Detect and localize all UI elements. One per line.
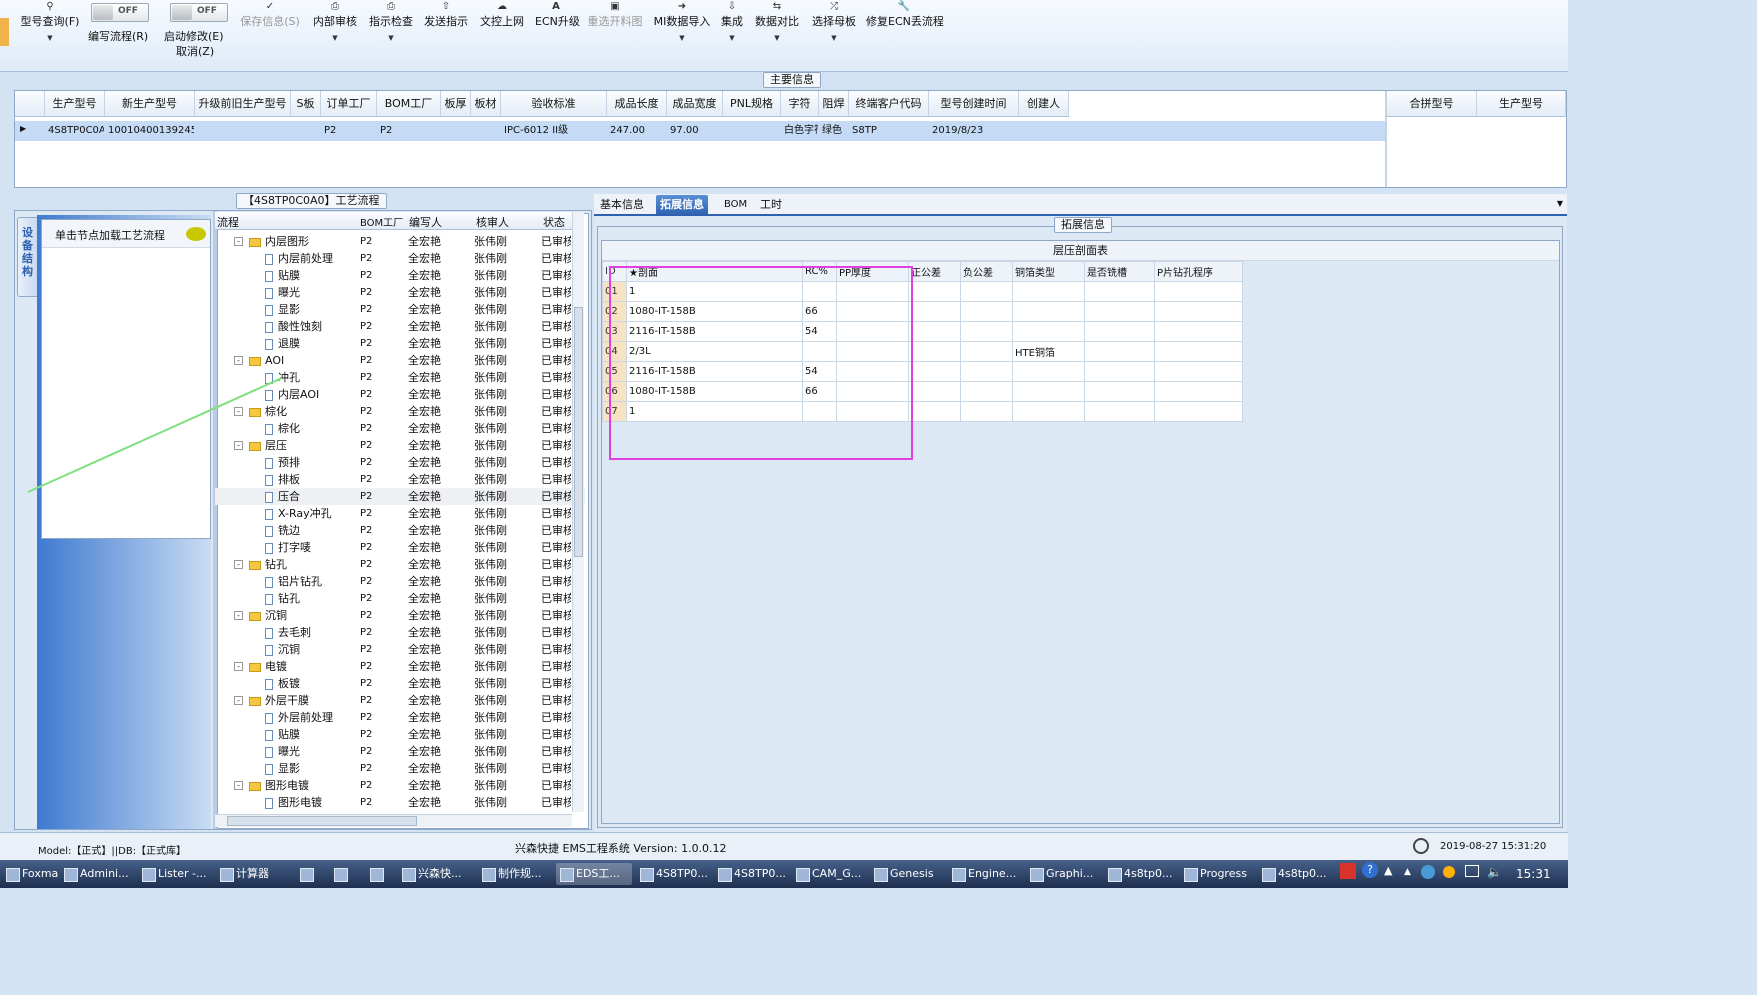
volume-icon[interactable]: 🔈 bbox=[1487, 865, 1502, 879]
status-datetime: 2019-08-27 15:31:20 bbox=[1440, 841, 1547, 852]
taskbar-item[interactable] bbox=[296, 863, 322, 885]
tray-expand-icon[interactable]: ▲ bbox=[1404, 867, 1411, 877]
taskbar-item[interactable]: 4S8TP0... bbox=[714, 863, 790, 885]
taskbar-item[interactable]: 4s8tp0... bbox=[1104, 863, 1180, 885]
status-bar: Model:【正式】||DB:【正式库】 兴森快捷 EMS工程系统 Versio… bbox=[0, 832, 1568, 860]
arrow-line bbox=[27, 377, 283, 493]
tray-arrow-icon[interactable]: ▲ bbox=[1384, 864, 1392, 877]
taskbar: FoxmailAdmini...Lister -...计算器 兴森快...制作规.… bbox=[0, 860, 1568, 888]
taskbar-item[interactable]: EDS工... bbox=[556, 863, 632, 885]
taskbar-item[interactable]: 计算器 bbox=[216, 863, 292, 885]
taskbar-item[interactable]: Graphi... bbox=[1026, 863, 1102, 885]
taskbar-item[interactable]: Progress bbox=[1180, 863, 1256, 885]
taskbar-item[interactable]: Admini... bbox=[60, 863, 136, 885]
help-icon[interactable]: ? bbox=[1362, 862, 1378, 878]
clock-icon bbox=[1413, 838, 1429, 854]
taskbar-item[interactable]: 4S8TP0... bbox=[636, 863, 712, 885]
shield-icon[interactable] bbox=[1443, 866, 1455, 878]
taskbar-item[interactable]: 兴森快... bbox=[398, 863, 474, 885]
taskbar-clock[interactable]: 15:31 bbox=[1516, 867, 1551, 881]
taskbar-item[interactable]: Lister -... bbox=[138, 863, 214, 885]
taskbar-item[interactable] bbox=[330, 863, 358, 885]
annotation-arrow bbox=[27, 377, 283, 493]
taskbar-item[interactable]: 4s8tp0... bbox=[1258, 863, 1334, 885]
taskbar-item[interactable] bbox=[366, 863, 394, 885]
taskbar-item[interactable]: Foxmail bbox=[2, 863, 58, 885]
network-icon[interactable] bbox=[1465, 865, 1479, 877]
db-mode-text: Model:【正式】||DB:【正式库】 bbox=[38, 846, 187, 857]
tray-app-icon[interactable] bbox=[1340, 863, 1356, 879]
app-version-text: 兴森快捷 EMS工程系统 Version: 1.0.0.12 bbox=[515, 842, 727, 855]
taskbar-item[interactable]: CAM_G... bbox=[792, 863, 868, 885]
taskbar-item[interactable]: 制作规... bbox=[478, 863, 554, 885]
taskbar-item[interactable]: Engine... bbox=[948, 863, 1024, 885]
network-globe-icon[interactable] bbox=[1421, 865, 1435, 879]
taskbar-item[interactable]: Genesis bbox=[870, 863, 946, 885]
